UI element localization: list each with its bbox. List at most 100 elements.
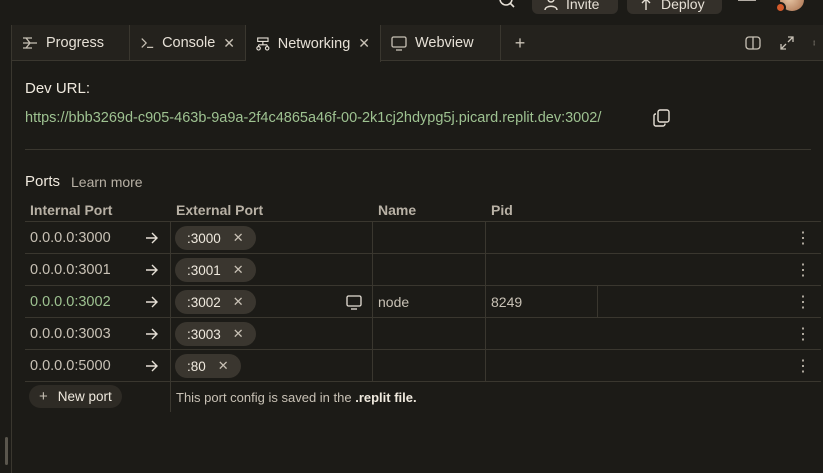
external-port-chip[interactable]: :3003 ✕	[175, 318, 256, 350]
invite-button[interactable]: Invite	[532, 0, 618, 14]
column-divider	[170, 222, 171, 254]
external-port: :80	[187, 358, 206, 374]
left-gutter	[0, 25, 12, 473]
user-icon	[544, 0, 558, 11]
tab-toolbar	[745, 25, 823, 61]
external-port: :3002	[187, 294, 221, 310]
column-divider	[372, 254, 373, 286]
divider	[25, 149, 811, 150]
external-port-chip[interactable]: :3000 ✕	[175, 222, 256, 254]
terminal-icon	[141, 38, 154, 49]
table-row: 0.0.0.0:3003 :3003 ✕ ⋮	[25, 318, 821, 350]
column-divider	[485, 318, 486, 350]
open-webview-icon[interactable]	[346, 286, 362, 318]
deploy-label: Deploy	[661, 0, 705, 12]
copy-icon[interactable]	[653, 109, 671, 127]
column-header-pid: Pid	[491, 202, 513, 218]
remove-icon[interactable]: ✕	[233, 294, 244, 310]
monitor-icon	[391, 36, 407, 51]
process-name: node	[378, 294, 410, 310]
tab-label: Progress	[46, 35, 105, 51]
network-icon	[256, 36, 270, 51]
tab-bar: Progress Console ✕ Networking ✕ Webview …	[12, 25, 823, 62]
row-menu-icon[interactable]: ⋮	[795, 318, 811, 350]
external-port-chip[interactable]: :3002 ✕	[175, 286, 256, 318]
dev-url-link[interactable]: https://bbb3269d-c905-463b-9a9a-2f4c4865…	[25, 110, 601, 126]
tab-networking[interactable]: Networking ✕	[246, 25, 381, 62]
process-pid: 8249	[491, 294, 523, 310]
ports-title: Ports	[25, 173, 61, 190]
remove-icon[interactable]: ✕	[233, 326, 244, 342]
column-divider	[170, 286, 171, 318]
add-tab-button[interactable]: +	[501, 25, 539, 61]
column-header-external-port: External Port	[176, 202, 264, 218]
external-port-chip[interactable]: :3001 ✕	[175, 254, 256, 286]
deploy-icon	[641, 0, 651, 10]
arrow-right-icon	[145, 254, 161, 286]
tab-webview[interactable]: Webview	[381, 25, 501, 61]
bell-icon[interactable]	[738, 0, 756, 7]
internal-port: 0.0.0.0:3001	[30, 262, 111, 278]
row-menu-icon[interactable]: ⋮	[795, 286, 811, 318]
internal-port: 0.0.0.0:5000	[30, 358, 111, 374]
replit-file-name: .replit file.	[355, 390, 417, 405]
split-view-icon[interactable]	[745, 35, 761, 51]
internal-port: 0.0.0.0:3003	[30, 326, 111, 342]
column-divider	[485, 286, 486, 318]
row-menu-icon[interactable]: ⋮	[795, 254, 811, 286]
config-note-text: This port config is saved in the	[176, 390, 352, 405]
column-divider	[170, 254, 171, 286]
table-footer: + New port This port config is saved in …	[25, 382, 821, 412]
column-divider	[372, 222, 373, 254]
table-row: 0.0.0.0:5000 :80 ✕ ⋮	[25, 350, 821, 382]
table-header: Internal Port External Port Name Pid	[25, 198, 821, 222]
external-port: :3000	[187, 230, 221, 246]
column-divider	[372, 350, 373, 382]
tab-progress[interactable]: Progress	[12, 25, 130, 61]
remove-icon[interactable]: ✕	[218, 358, 229, 374]
row-menu-icon[interactable]: ⋮	[795, 222, 811, 254]
new-port-button[interactable]: + New port	[29, 385, 122, 408]
external-port: :3003	[187, 326, 221, 342]
config-note: This port config is saved in the .replit…	[176, 390, 417, 405]
new-port-label: New port	[57, 389, 112, 404]
table-row: 0.0.0.0:3001 :3001 ✕ ⋮	[25, 254, 821, 286]
tab-label: Webview	[415, 35, 474, 51]
external-port-chip[interactable]: :80 ✕	[175, 350, 241, 382]
table-row: 0.0.0.0:3000 :3000 ✕ ⋮	[25, 222, 821, 254]
column-divider	[485, 350, 486, 382]
more-options-icon[interactable]	[813, 35, 819, 51]
close-icon[interactable]: ✕	[223, 35, 235, 52]
remove-icon[interactable]: ✕	[233, 230, 244, 246]
search-icon[interactable]	[497, 0, 517, 12]
tab-label: Console	[162, 35, 216, 51]
plus-icon: +	[514, 32, 526, 53]
arrow-right-icon	[145, 222, 161, 254]
column-divider	[170, 318, 171, 350]
column-divider	[170, 382, 171, 412]
column-header-name: Name	[378, 202, 417, 218]
internal-port: 0.0.0.0:3000	[30, 230, 111, 246]
column-divider	[372, 318, 373, 350]
arrow-right-icon	[145, 286, 161, 318]
arrow-right-icon	[145, 350, 161, 382]
plus-icon: +	[39, 388, 48, 405]
progress-icon	[23, 37, 37, 49]
networking-panel: Dev URL: https://bbb3269d-c905-463b-9a9a…	[13, 62, 823, 473]
learn-more-link[interactable]: Learn more	[71, 174, 143, 190]
deploy-button[interactable]: Deploy	[627, 0, 722, 14]
column-divider	[485, 254, 486, 286]
remove-icon[interactable]: ✕	[233, 262, 244, 278]
tab-label: Networking	[277, 35, 351, 52]
expand-icon[interactable]	[779, 35, 795, 51]
arrow-right-icon	[145, 318, 161, 350]
internal-port: 0.0.0.0:3002	[30, 294, 111, 310]
column-divider	[170, 350, 171, 382]
table-row: 0.0.0.0:3002 :3002 ✕ node 8249 ⋮	[25, 286, 821, 318]
dev-url-label: Dev URL:	[25, 80, 91, 97]
scrollbar[interactable]	[5, 437, 8, 465]
row-menu-icon[interactable]: ⋮	[795, 350, 811, 382]
invite-label: Invite	[566, 0, 600, 12]
close-icon[interactable]: ✕	[358, 35, 370, 52]
tab-console[interactable]: Console ✕	[130, 25, 246, 61]
